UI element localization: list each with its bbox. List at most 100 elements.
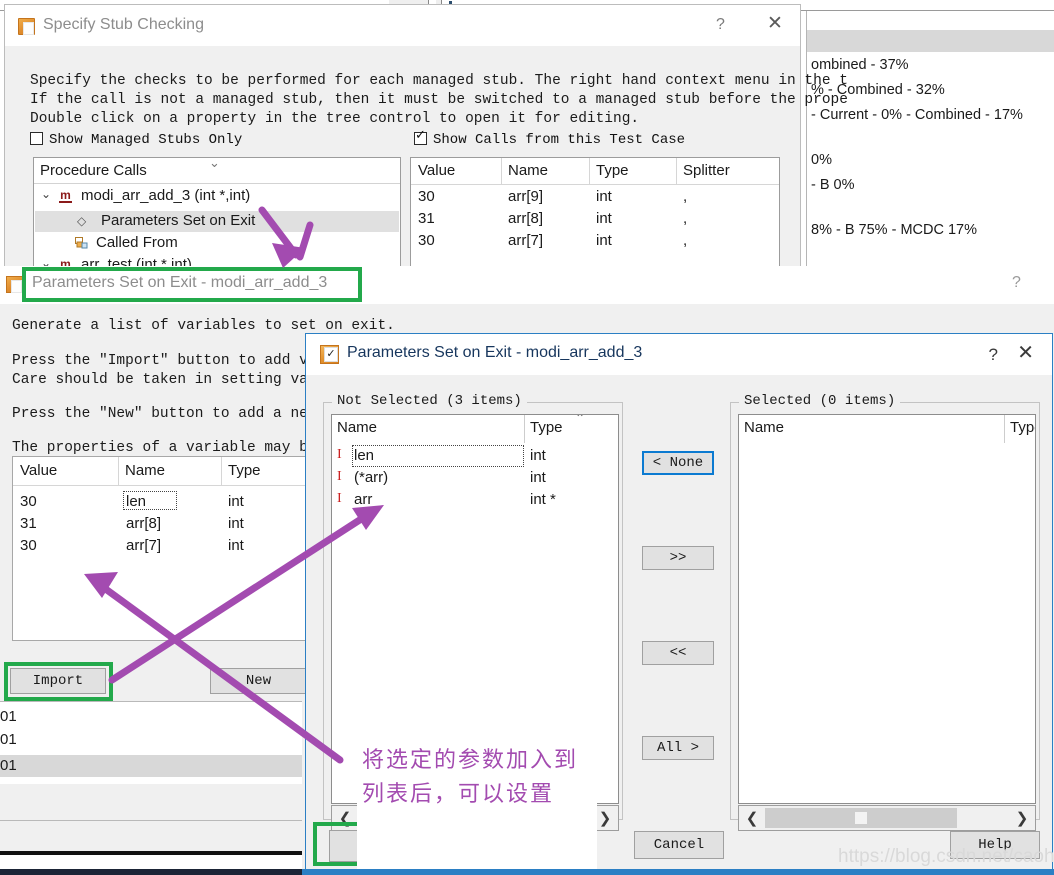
selected-list[interactable]: Name Type (738, 414, 1036, 804)
column-header-name: Name (125, 462, 166, 479)
list-item[interactable]: I len int (332, 445, 618, 467)
tree-item-parameters-set-on-exit[interactable]: ◇ Parameters Set on Exit (41, 211, 396, 232)
cell-name: arr[8] (508, 210, 544, 227)
coverage-panel-header (807, 30, 1054, 52)
scroll-left-arrow-icon[interactable]: ❮ (739, 806, 765, 830)
list-header: Name Type (739, 415, 1035, 443)
tree-item-label: modi_arr_add_3 (int *,int) (81, 187, 251, 204)
param-text-line: The properties of a variable may be (12, 440, 317, 456)
specify-stub-checking-window: Specify Stub Checking ? ✕ Specify the ch… (4, 4, 848, 269)
param-help-button[interactable]: ? (1012, 274, 1021, 292)
screenshot-root: ombined - 37% % - Combined - 32% - Curre… (0, 0, 1054, 875)
stub-window-title: Specify Stub Checking (43, 16, 204, 33)
dialog-close-button[interactable]: ✕ (1017, 343, 1034, 363)
background-row-value: 01 (0, 757, 17, 774)
column-header-name: Name (337, 419, 378, 436)
checkbox-label: Show Calls from this Test Case (433, 132, 686, 148)
input-marker-icon: I (337, 469, 342, 484)
app-window-icon (18, 18, 35, 35)
stub-values-grid[interactable]: Value Name Type Splitter 30 arr[9] int ,… (410, 157, 780, 267)
dialog-help-button[interactable]: ? (989, 345, 998, 365)
coverage-panel: ombined - 37% % - Combined - 32% - Curre… (806, 11, 1054, 266)
cell-value: 30 (418, 188, 435, 205)
list-item-name: arr (354, 491, 373, 508)
tree-header-label: Procedure Calls (40, 162, 147, 179)
cell-value: 30 (418, 232, 435, 249)
checkbox-app-icon (320, 345, 339, 364)
show-managed-stubs-only-checkbox[interactable]: Show Managed Stubs Only (30, 132, 242, 148)
checkbox-label: Show Managed Stubs Only (49, 132, 243, 148)
input-marker-icon: I (337, 491, 342, 506)
annotation-line-2: 列表后，可以设置 (362, 782, 555, 807)
list-item-type: int (530, 469, 546, 486)
move-left-button[interactable]: << (642, 641, 714, 665)
annotation-note: 列表后，可以设置 (362, 778, 554, 812)
none-transfer-button[interactable]: < None (642, 451, 714, 475)
procedure-calls-tree[interactable]: Procedure Calls ⌄ ⌄ m modi_arr_add_3 (in… (33, 157, 401, 267)
list-header: Name Type ⌃ (332, 415, 618, 443)
input-marker-icon: I (337, 447, 342, 462)
stub-help-button[interactable]: ? (716, 16, 725, 34)
column-header-type: Type (596, 162, 629, 179)
coverage-line: - B 0% (811, 177, 855, 193)
column-header-name: Name (508, 162, 549, 179)
cell-name: arr[7] (508, 232, 544, 249)
column-header-value: Value (20, 462, 58, 479)
called-from-icon (75, 236, 88, 249)
new-button[interactable]: New (210, 668, 307, 694)
list-item[interactable]: I (*arr) int (332, 469, 618, 488)
list-item[interactable]: I arr int * (332, 491, 618, 510)
list-item-type: int * (530, 491, 556, 508)
column-header-value: Value (418, 162, 456, 179)
show-calls-from-this-test-case-checkbox[interactable]: Show Calls from this Test Case (414, 128, 686, 148)
tree-item-modi-arr-add-3[interactable]: ⌄ m modi_arr_add_3 (int *,int) (41, 186, 396, 207)
stub-description-line: Double click on a property in the tree c… (30, 111, 640, 127)
cell-type: int (228, 515, 244, 532)
row-focus-outline (352, 445, 524, 467)
scroll-right-arrow-icon[interactable]: ❯ (1009, 806, 1035, 830)
selected-hscrollbar[interactable]: ❮ ❯ (738, 805, 1036, 831)
tree-item-called-from[interactable]: Called From (41, 233, 396, 254)
annotation-note: 将选定的参数加入到 (362, 744, 578, 778)
chevron-down-icon: ⌄ (209, 157, 220, 170)
cell-type: int (596, 210, 612, 227)
scrollbar-thumb[interactable] (765, 808, 957, 828)
cell-type: int (596, 232, 612, 249)
dialog-titlebar: Parameters Set on Exit - modi_arr_add_3 … (306, 334, 1052, 375)
sort-ascending-icon: ⌃ (575, 414, 586, 425)
taskbar-accent (302, 869, 1054, 875)
background-row-value: 01 (0, 731, 17, 748)
cell-splitter: , (683, 188, 688, 205)
column-header-name: Name (744, 419, 785, 436)
tree-item-label: Called From (96, 234, 178, 251)
column-header-type: Type (228, 462, 261, 479)
dialog-title: Parameters Set on Exit - modi_arr_add_3 (347, 344, 643, 361)
tree-item-label: Parameters Set on Exit (101, 212, 256, 229)
cell-type: int (596, 188, 612, 205)
cell-name: arr[8] (126, 515, 162, 532)
not-selected-legend: Not Selected (3 items) (332, 393, 527, 409)
checkbox-box (414, 128, 427, 145)
stub-close-button[interactable]: ✕ (767, 14, 783, 33)
watermark: https://blog.csdn.net/caohongxing (838, 846, 1054, 867)
param-text-line: Care should be taken in setting valu (12, 372, 326, 388)
app-window-icon (6, 276, 23, 293)
param-text-line: Press the "Import" button to add var (12, 353, 326, 369)
cell-value: 31 (20, 515, 37, 532)
move-right-button[interactable]: >> (642, 546, 714, 570)
variables-table[interactable]: Value Name Type 30 len int 31 arr[8] int… (12, 456, 307, 641)
chevron-down-icon: ⌄ (41, 187, 52, 201)
cell-value: 30 (20, 493, 37, 510)
list-item-name: (*arr) (354, 469, 389, 486)
cell-type: int (228, 537, 244, 554)
cell-type: int (228, 493, 244, 510)
tree-header: Procedure Calls ⌄ (34, 158, 400, 184)
coverage-line: ombined - 37% (811, 57, 909, 73)
property-icon: ◇ (77, 214, 87, 228)
coverage-line: 8% - B 75% - MCDC 17% (811, 222, 977, 238)
all-transfer-button[interactable]: All > (642, 736, 714, 760)
stub-window-titlebar: Specify Stub Checking ? ✕ (5, 5, 800, 46)
cancel-button[interactable]: Cancel (634, 831, 724, 859)
method-icon: m (59, 188, 72, 203)
annotation-line-1: 将选定的参数加入到 (362, 748, 579, 773)
